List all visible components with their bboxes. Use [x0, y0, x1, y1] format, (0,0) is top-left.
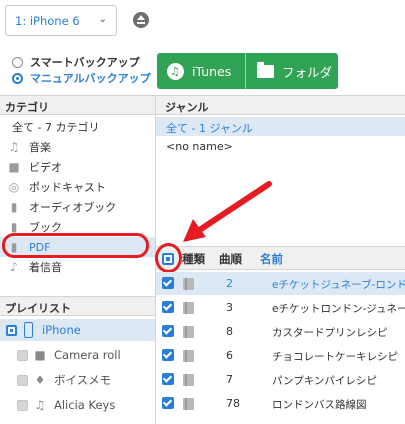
playlist-checkbox[interactable] [17, 374, 28, 386]
row-checkbox[interactable] [162, 349, 174, 361]
table-row[interactable]: 3 eチケットロンドン-ジュネーブ [156, 296, 405, 319]
pdf-file-icon [183, 278, 194, 290]
table-row[interactable]: 8 カスタードプリンレシピ [156, 320, 405, 343]
playlist-item-camera-roll[interactable]: ■ Camera roll [0, 344, 155, 366]
manual-backup-label: マニュアルバックアップ [30, 72, 151, 85]
row-checkbox[interactable] [162, 325, 174, 337]
annotation-circle [155, 243, 182, 273]
radio-off-icon [12, 56, 23, 68]
category-label: オーディオブック [29, 201, 117, 214]
device-dropdown-value: 1: iPhone 6 [15, 14, 80, 28]
device-dropdown[interactable]: 1: iPhone 6 ⌄ [5, 5, 117, 36]
playlist-item-voice-memo[interactable]: ♦ ボイスメモ [0, 369, 155, 391]
ringtone-icon: ♪ [10, 260, 18, 274]
video-camera-icon: ■ [8, 160, 20, 174]
row-order: 7 [226, 373, 233, 386]
row-order: 2 [226, 277, 233, 290]
pdf-file-icon [183, 302, 194, 314]
row-checkbox[interactable] [162, 277, 174, 289]
playlist-label: Alicia Keys [54, 398, 116, 412]
row-order: 3 [226, 301, 233, 314]
category-label: ビデオ [29, 161, 62, 174]
category-header: カテゴリ [0, 95, 155, 115]
eject-icon[interactable] [133, 12, 149, 28]
genre-item-all[interactable]: 全て - 1 ジャンル [156, 117, 405, 136]
pdf-file-icon [183, 350, 194, 362]
book-icon: ▮ [10, 220, 18, 234]
row-order: 78 [226, 397, 240, 410]
table-row[interactable]: 2 eチケットジュネーブ-ロンドン [156, 272, 405, 295]
row-checkbox[interactable] [162, 301, 174, 313]
folder-icon [257, 61, 274, 78]
category-item-music[interactable]: ♫ 音楽 [0, 137, 155, 157]
table-header: 種類 曲順 名前 [156, 246, 405, 270]
pdf-file-icon [183, 326, 194, 338]
table-row[interactable]: 6 チョコレートケーキレシピ [156, 344, 405, 367]
radio-on-icon [12, 72, 23, 84]
annotation-oval [2, 233, 149, 258]
music-list-icon: ♫ [34, 398, 46, 412]
folder-button-label: フォルダ [282, 64, 333, 80]
folder-button[interactable]: フォルダ [246, 53, 338, 89]
podcast-icon: ◎ [8, 180, 20, 194]
category-label: 音楽 [29, 141, 51, 154]
music-note-icon: ♫ [8, 140, 20, 154]
itunes-button[interactable]: iTunes [157, 53, 245, 89]
music-note-icon [167, 62, 184, 80]
smart-backup-radio[interactable]: スマートバックアップ [12, 55, 140, 69]
playlist-label: iPhone [42, 323, 81, 337]
row-order: 8 [226, 325, 233, 338]
row-order: 6 [226, 349, 233, 362]
microphone-icon: ♦ [34, 373, 46, 387]
genre-item-noname[interactable]: <no name> [156, 137, 405, 156]
pdf-file-icon [183, 398, 194, 410]
video-camera-icon: ■ [34, 348, 46, 362]
category-item-ringtone[interactable]: ♪ 着信音 [0, 257, 155, 277]
playlist-checkbox[interactable] [17, 349, 28, 361]
column-order[interactable]: 曲順 [219, 251, 242, 267]
category-all-label: 全て - 7 カテゴリ [12, 121, 100, 134]
phone-icon [24, 322, 33, 338]
chevron-down-icon: ⌄ [98, 14, 107, 25]
itunes-button-label: iTunes [192, 63, 232, 79]
row-name: ロンドンバス路線図 [272, 399, 367, 411]
table-row[interactable]: 78 ロンドンバス路線図 [156, 392, 405, 415]
column-name[interactable]: 名前 [260, 251, 283, 267]
row-name: eチケットロンドン-ジュネーブ [272, 303, 405, 315]
row-checkbox[interactable] [162, 397, 174, 409]
category-item-video[interactable]: ■ ビデオ [0, 157, 155, 177]
genre-header: ジャンル [156, 95, 405, 115]
playlist-checkbox[interactable] [6, 324, 17, 336]
category-item-podcast[interactable]: ◎ ポッドキャスト [0, 177, 155, 197]
smart-backup-label: スマートバックアップ [30, 56, 140, 69]
playlist-item-iphone[interactable]: iPhone [0, 319, 155, 341]
row-checkbox[interactable] [162, 373, 174, 385]
playlist-label: Camera roll [54, 348, 121, 362]
row-name: チョコレートケーキレシピ [272, 351, 398, 363]
category-label: ポッドキャスト [29, 181, 106, 194]
audiobook-icon: ▮ [10, 200, 18, 214]
manual-backup-radio[interactable]: マニュアルバックアップ [12, 71, 151, 85]
row-name: eチケットジュネーブ-ロンドン [272, 279, 405, 291]
column-type[interactable]: 種類 [182, 251, 205, 267]
pdf-file-icon [183, 374, 194, 386]
playlist-label: ボイスメモ [54, 373, 112, 387]
category-item-audiobook[interactable]: ▮ オーディオブック [0, 197, 155, 217]
table-row[interactable]: 7 パンプキンパイレシピ [156, 368, 405, 391]
playlist-header: プレイリスト [0, 296, 155, 316]
row-name: カスタードプリンレシピ [272, 327, 388, 339]
playlist-checkbox[interactable] [17, 399, 28, 411]
category-label: 着信音 [29, 261, 62, 274]
row-name: パンプキンパイレシピ [272, 375, 377, 387]
playlist-item-alicia-keys[interactable]: ♫ Alicia Keys [0, 394, 155, 416]
category-item-all[interactable]: 全て - 7 カテゴリ [0, 117, 155, 137]
